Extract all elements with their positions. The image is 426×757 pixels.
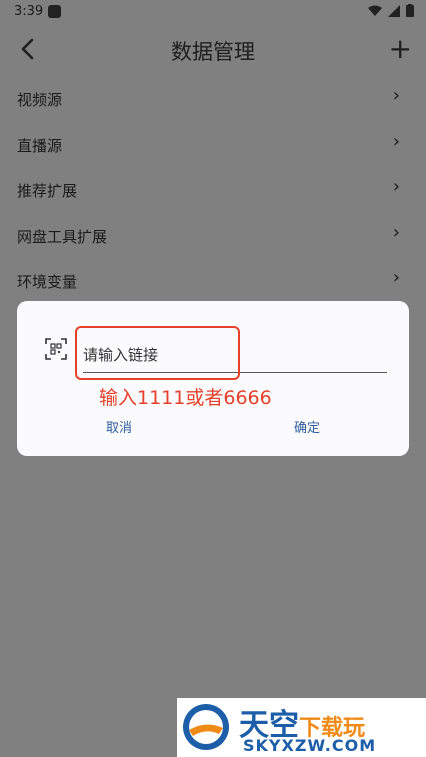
menu-item-environment-variables[interactable]: 环境变量 ›	[0, 258, 426, 304]
chevron-right-icon: ›	[392, 267, 400, 288]
menu-list: 视频源 › 直播源 › 推荐扩展 › 网盘工具扩展 › 环境变量 ›	[0, 76, 426, 304]
watermark: 天空下载玩 SKYXZW.COM	[177, 698, 426, 757]
menu-item-label: 直播源	[17, 136, 63, 155]
status-icons	[368, 4, 414, 17]
scan-qr-icon[interactable]	[45, 338, 67, 360]
menu-item-label: 网盘工具扩展	[17, 227, 108, 246]
menu-item-label: 环境变量	[17, 273, 78, 291]
battery-icon	[406, 4, 414, 17]
menu-item-cloud-tool-extensions[interactable]: 网盘工具扩展 ›	[0, 213, 426, 259]
page-title: 数据管理	[171, 40, 255, 64]
watermark-logo	[183, 704, 229, 750]
status-time: 3:39	[14, 4, 44, 19]
wifi-icon	[368, 5, 382, 16]
chevron-right-icon: ›	[392, 130, 400, 152]
chevron-right-icon: ›	[392, 176, 400, 197]
notification-icon	[48, 5, 61, 18]
cancel-button[interactable]: 取消	[106, 417, 132, 436]
chevron-right-icon: ›	[392, 221, 400, 243]
confirm-button[interactable]: 确定	[294, 417, 320, 436]
signal-icon	[388, 4, 400, 17]
app-bar: 数据管理 +	[0, 26, 426, 74]
link-input-dialog: 输入1111或者6666 取消 确定	[17, 301, 409, 456]
add-icon[interactable]: +	[389, 32, 412, 65]
menu-item-live-source[interactable]: 直播源 ›	[0, 122, 426, 168]
menu-item-video-source[interactable]: 视频源 ›	[0, 76, 426, 122]
chevron-right-icon: ›	[392, 85, 400, 106]
status-bar: 3:39	[0, 0, 426, 24]
annotation-hint: 输入1111或者6666	[99, 387, 272, 409]
annotation-highlight-box	[75, 326, 240, 380]
menu-item-label: 推荐扩展	[17, 182, 78, 200]
menu-item-label: 视频源	[17, 91, 63, 109]
watermark-url: SKYXZW.COM	[243, 736, 377, 755]
menu-item-recommended-extensions[interactable]: 推荐扩展 ›	[0, 167, 426, 213]
